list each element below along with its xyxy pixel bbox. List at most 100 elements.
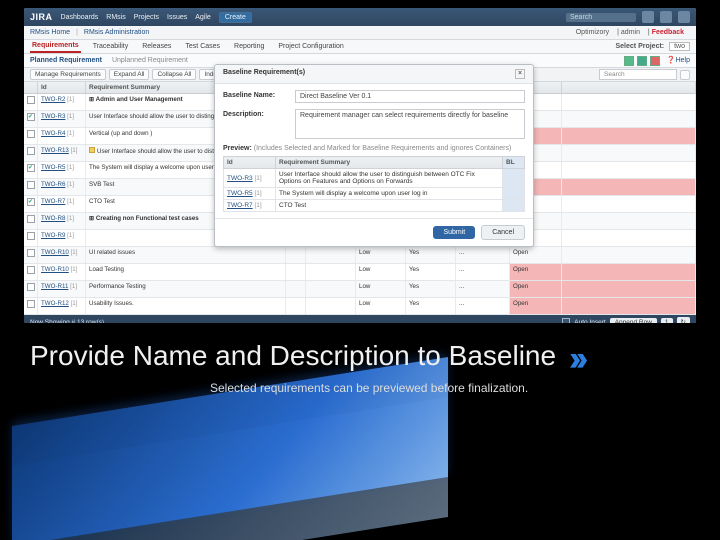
table-search-input[interactable]: Search bbox=[599, 69, 677, 80]
caption-title: Provide Name and Description to Baseline bbox=[30, 340, 556, 371]
requirement-id-link[interactable]: TWO-R2 bbox=[41, 96, 65, 103]
requirement-id-link[interactable]: TWO-R10 bbox=[41, 249, 69, 256]
chevron-right-icon bbox=[573, 343, 587, 375]
cell-criticality: Low bbox=[356, 247, 406, 263]
table-footer: Now Showing # 13 row(s) Auto Insert Appe… bbox=[24, 315, 696, 323]
requirement-id-link[interactable]: TWO-R13 bbox=[41, 147, 69, 154]
cell-criticality: Low bbox=[356, 298, 406, 314]
cell-priority bbox=[306, 281, 356, 297]
row-checkbox[interactable] bbox=[27, 113, 35, 121]
description-textarea[interactable]: Requirement manager can select requireme… bbox=[295, 109, 525, 139]
cell-status: Open bbox=[510, 281, 562, 297]
tab-releases[interactable]: Releases bbox=[140, 41, 173, 52]
table-row[interactable]: TWO-R10 [1]UI related issuesLowYes...Ope… bbox=[24, 247, 696, 264]
nav-projects[interactable]: Projects bbox=[134, 14, 159, 21]
caption-subtitle: Selected requirements can be previewed b… bbox=[210, 381, 690, 395]
requirement-summary: Load Testing bbox=[86, 264, 286, 280]
user-name[interactable]: admin bbox=[621, 29, 640, 36]
cancel-button[interactable]: Cancel bbox=[481, 225, 525, 240]
export-csv-icon[interactable] bbox=[637, 56, 647, 66]
table-row[interactable]: TWO-R12 [1]Usability Issues.LowYes...Ope… bbox=[24, 298, 696, 315]
requirement-id-link[interactable]: TWO-R3 bbox=[41, 113, 65, 120]
row-checkbox[interactable] bbox=[27, 164, 35, 172]
row-checkbox[interactable] bbox=[27, 266, 35, 274]
export-pdf-icon[interactable] bbox=[650, 56, 660, 66]
crumb-home[interactable]: RMsis Home bbox=[30, 29, 70, 36]
row-checkbox[interactable] bbox=[27, 283, 35, 291]
requirement-id-link[interactable]: TWO-R8 bbox=[41, 215, 65, 222]
tab-reporting[interactable]: Reporting bbox=[232, 41, 266, 52]
nav-agile[interactable]: Agile bbox=[195, 14, 211, 21]
tab-project-config[interactable]: Project Configuration bbox=[276, 41, 345, 52]
auto-insert-checkbox[interactable] bbox=[562, 318, 570, 323]
preview-bl bbox=[503, 188, 525, 200]
preview-col-bl: BL bbox=[503, 157, 525, 169]
manage-requirements-button[interactable]: Manage Requirements bbox=[30, 69, 106, 80]
collapse-all-button[interactable]: Collapse All bbox=[152, 69, 196, 80]
close-icon[interactable]: × bbox=[515, 69, 525, 79]
tab-planned-requirement[interactable]: Planned Requirement bbox=[30, 55, 102, 66]
append-row-button[interactable]: Append Row bbox=[610, 318, 657, 324]
row-checkbox[interactable] bbox=[27, 96, 35, 104]
table-row[interactable]: TWO-R11 [1]Performance TestingLowYes...O… bbox=[24, 281, 696, 298]
requirement-id-link[interactable]: TWO-R12 bbox=[41, 300, 69, 307]
row-checkbox[interactable] bbox=[27, 232, 35, 240]
tab-traceability[interactable]: Traceability bbox=[91, 41, 131, 52]
row-checkbox[interactable] bbox=[27, 198, 35, 206]
cell-bl bbox=[286, 281, 306, 297]
row-checkbox[interactable] bbox=[27, 181, 35, 189]
cell-priority bbox=[306, 247, 356, 263]
user-avatar-icon[interactable] bbox=[678, 11, 690, 23]
table-row[interactable]: TWO-R10 [1]Load TestingLowYes...Open bbox=[24, 264, 696, 281]
feedback-link[interactable]: Feedback bbox=[652, 29, 684, 36]
help-link[interactable]: ❓Help bbox=[667, 56, 690, 66]
breadcrumb: RMsis Home | RMsis Administration Optimi… bbox=[24, 26, 696, 40]
row-checkbox[interactable] bbox=[27, 147, 35, 155]
preview-table: Id Requirement Summary BL TWO-R3 [1]User… bbox=[223, 156, 525, 212]
row-count: Now Showing # 13 row(s) bbox=[30, 319, 104, 324]
row-checkbox[interactable] bbox=[27, 130, 35, 138]
preview-id-link[interactable]: TWO-R5 bbox=[227, 190, 253, 197]
select-project-dropdown[interactable]: two bbox=[669, 42, 690, 51]
requirement-id-link[interactable]: TWO-R11 bbox=[41, 283, 68, 290]
page-number[interactable]: 1 bbox=[661, 318, 673, 324]
expand-all-button[interactable]: Expand All bbox=[109, 69, 150, 80]
col-id[interactable]: Id bbox=[38, 82, 86, 93]
page-refresh-icon[interactable]: ↻ bbox=[677, 317, 690, 323]
preview-id-link[interactable]: TWO-R7 bbox=[227, 202, 253, 209]
row-checkbox[interactable] bbox=[27, 215, 35, 223]
gear-icon[interactable] bbox=[660, 11, 672, 23]
nav-issues[interactable]: Issues bbox=[167, 14, 187, 21]
requirement-id-link[interactable]: TWO-R5 bbox=[41, 164, 65, 171]
nav-create-button[interactable]: Create bbox=[219, 12, 252, 23]
preview-summary: The System will display a welcome upon u… bbox=[276, 188, 503, 200]
requirement-id-link[interactable]: TWO-R4 bbox=[41, 130, 65, 137]
tab-requirements[interactable]: Requirements bbox=[30, 40, 81, 53]
preview-id-link[interactable]: TWO-R3 bbox=[227, 175, 253, 182]
submit-button[interactable]: Submit bbox=[433, 226, 475, 239]
cell-status: Open bbox=[510, 298, 562, 314]
row-checkbox[interactable] bbox=[27, 249, 35, 257]
requirement-id-link[interactable]: TWO-R9 bbox=[41, 232, 65, 239]
nav-dashboards[interactable]: Dashboards bbox=[61, 14, 99, 21]
help-icon[interactable] bbox=[642, 11, 654, 23]
preview-row: TWO-R5 [1]The System will display a welc… bbox=[224, 188, 525, 200]
tab-unplanned-requirement[interactable]: Unplanned Requirement bbox=[112, 55, 188, 66]
baseline-name-input[interactable]: Direct Baseline Ver 0.1 bbox=[295, 90, 525, 103]
requirement-id-link[interactable]: TWO-R6 bbox=[41, 181, 65, 188]
preview-row: TWO-R7 [1]CTO Test bbox=[224, 200, 525, 212]
requirement-id-link[interactable]: TWO-R7 bbox=[41, 198, 65, 205]
tab-testcases[interactable]: Test Cases bbox=[183, 41, 222, 52]
nav-rmsis[interactable]: RMsis bbox=[106, 14, 125, 21]
row-checkbox[interactable] bbox=[27, 300, 35, 308]
auto-insert-label: Auto Insert bbox=[574, 319, 605, 324]
crumb-admin[interactable]: RMsis Administration bbox=[84, 29, 149, 36]
search-icon[interactable] bbox=[680, 70, 690, 80]
preview-summary: CTO Test bbox=[276, 200, 503, 212]
requirement-id-link[interactable]: TWO-R10 bbox=[41, 266, 69, 273]
export-excel-icon[interactable] bbox=[624, 56, 634, 66]
global-nav: JIRA Dashboards RMsis Projects Issues Ag… bbox=[24, 8, 696, 26]
preview-col-summary: Requirement Summary bbox=[276, 157, 503, 169]
global-search-input[interactable]: Search bbox=[566, 13, 636, 22]
select-project-label: Select Project: bbox=[616, 43, 665, 50]
